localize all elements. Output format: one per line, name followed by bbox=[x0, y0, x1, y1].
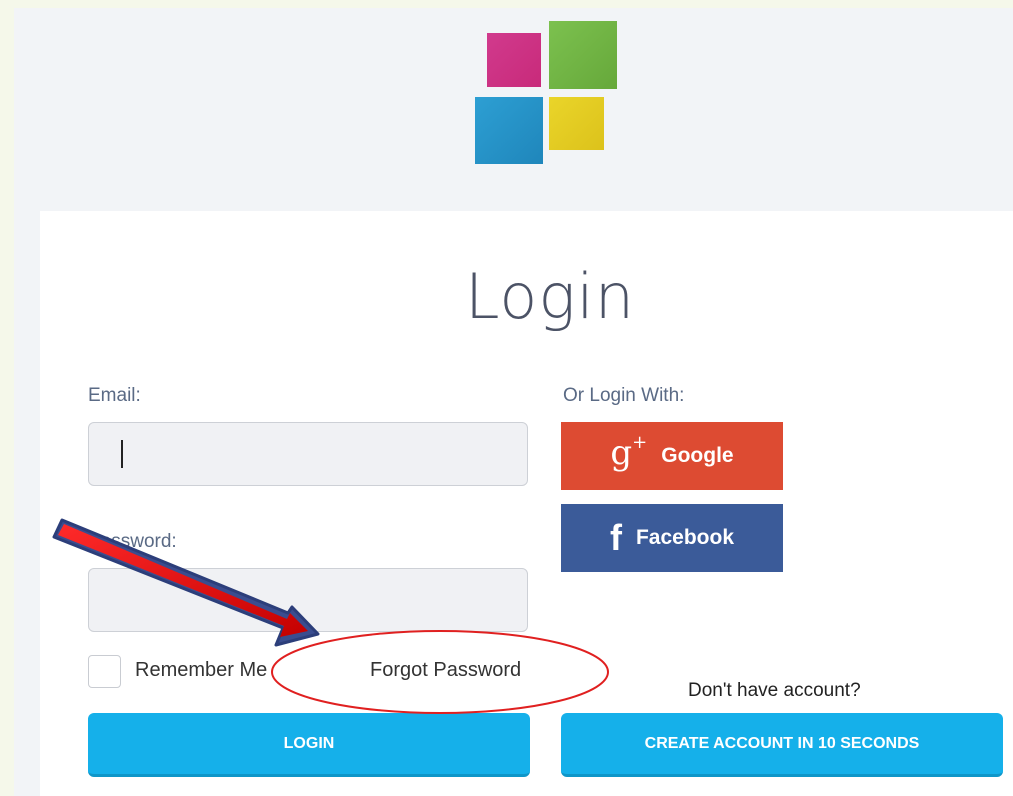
social-login-label: Or Login With: bbox=[563, 385, 685, 406]
logo-tile-pink bbox=[487, 33, 541, 87]
logo-tile-blue bbox=[475, 97, 543, 164]
logo-tile-yellow bbox=[549, 97, 604, 150]
remember-me-label: Remember Me bbox=[135, 659, 268, 681]
logo-tile-green bbox=[549, 21, 617, 89]
password-field[interactable] bbox=[88, 568, 528, 632]
facebook-login-button[interactable]: f Facebook bbox=[561, 504, 783, 572]
google-login-button[interactable]: g+ Google bbox=[561, 422, 783, 490]
google-label: Google bbox=[661, 444, 734, 467]
password-label: Password: bbox=[88, 531, 177, 552]
login-button[interactable]: LOGIN bbox=[88, 713, 530, 777]
forgot-password-link[interactable]: Forgot Password bbox=[370, 659, 521, 682]
google-plus-icon: g+ bbox=[610, 431, 648, 473]
email-field[interactable] bbox=[88, 422, 528, 486]
facebook-label: Facebook bbox=[635, 526, 735, 549]
text-caret bbox=[121, 440, 123, 468]
email-label: Email: bbox=[88, 385, 141, 406]
create-account-button[interactable]: CREATE ACCOUNT IN 10 SECONDS bbox=[561, 713, 1003, 777]
no-account-prompt: Don't have account? bbox=[688, 680, 861, 701]
facebook-icon: f bbox=[609, 517, 622, 558]
page-title: Login bbox=[464, 260, 636, 333]
app-logo bbox=[475, 21, 617, 164]
remember-me-checkbox[interactable] bbox=[88, 655, 121, 688]
